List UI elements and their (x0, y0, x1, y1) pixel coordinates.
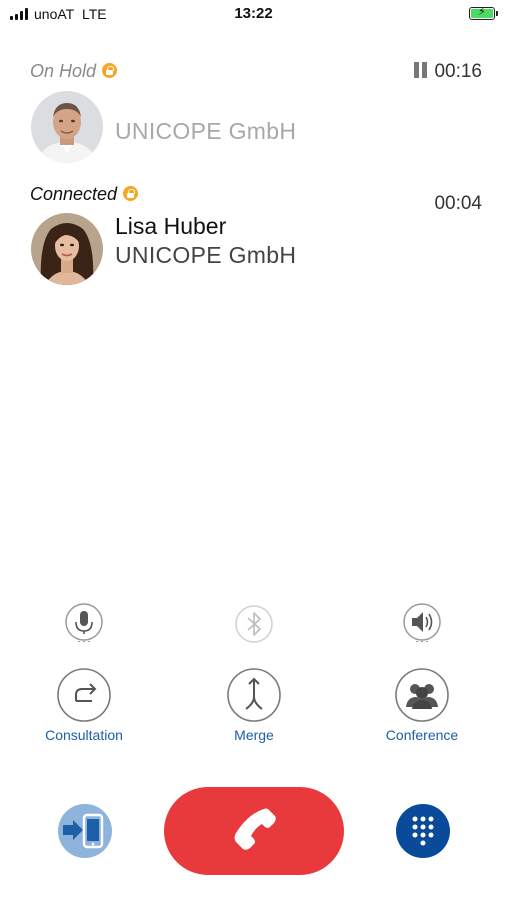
microphone-icon (65, 603, 103, 642)
female-portrait-icon (31, 213, 103, 285)
speaker-button[interactable] (402, 602, 442, 642)
keypad-button[interactable] (395, 803, 451, 859)
on-hold-company: UNICOPE GmbH (115, 118, 297, 144)
encryption-lock-icon (123, 185, 139, 201)
end-call-icon (234, 808, 276, 850)
transfer-to-phone-icon (58, 804, 112, 858)
on-hold-timer: 00:16 (414, 61, 482, 83)
keypad-icon (396, 804, 450, 858)
end-call-button[interactable] (164, 787, 344, 875)
male-portrait-icon (31, 91, 103, 163)
bluetooth-button[interactable] (234, 604, 274, 644)
consultation-icon (57, 668, 111, 722)
consultation-label: Consultation (45, 727, 123, 743)
connected-company: UNICOPE GmbH (115, 242, 297, 268)
bluetooth-icon (235, 605, 273, 643)
speaker-icon (403, 603, 441, 642)
merge-label: Merge (234, 727, 274, 743)
conference-icon (395, 668, 449, 722)
status-bar: unoAT LTE 13:22 ⚡ (0, 0, 507, 28)
avatar-on-hold-contact[interactable] (31, 91, 103, 163)
battery-icon: ⚡ (469, 7, 498, 20)
pause-icon (414, 61, 428, 78)
on-hold-status: On Hold (30, 61, 118, 82)
conference-label: Conference (385, 727, 459, 743)
status-time: 13:22 (234, 5, 273, 22)
avatar-connected-contact[interactable] (31, 213, 103, 285)
merge-icon (227, 668, 281, 722)
transfer-to-phone-button[interactable] (57, 803, 113, 859)
mute-button[interactable] (64, 602, 104, 642)
encryption-lock-icon (102, 62, 118, 78)
connected-contact-name: Lisa Huber (115, 213, 227, 239)
connected-timer: 00:04 (434, 193, 482, 214)
connected-status: Connected (30, 184, 139, 205)
consultation-button[interactable]: Consultation (24, 667, 144, 743)
merge-button[interactable]: Merge (194, 667, 314, 743)
conference-button[interactable]: Conference (362, 667, 482, 743)
